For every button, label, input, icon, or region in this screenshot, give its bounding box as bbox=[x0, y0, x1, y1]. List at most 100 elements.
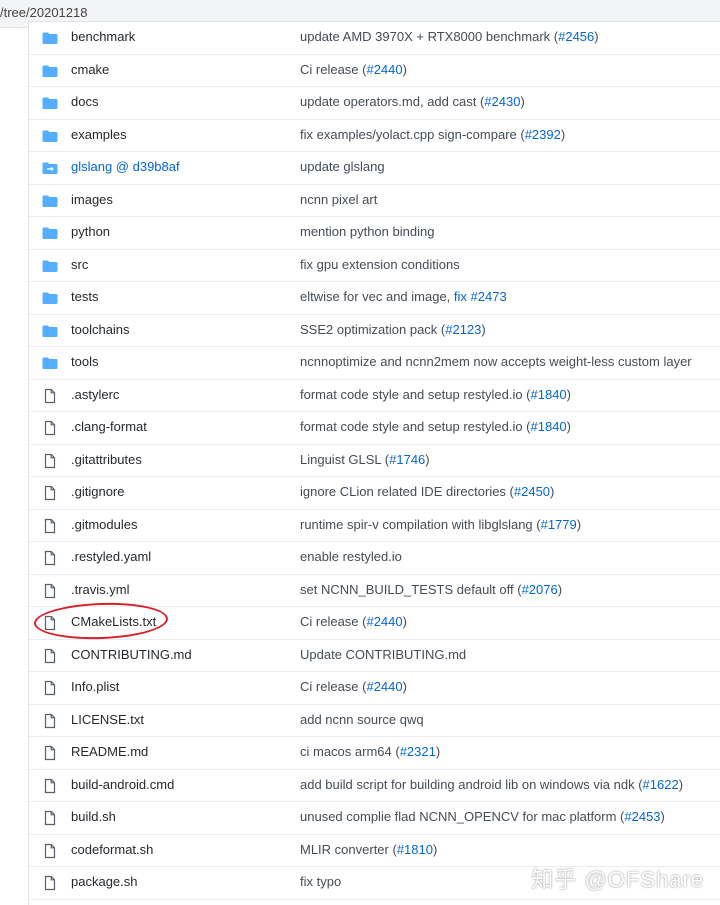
commit-message[interactable]: Update CONTRIBUTING.md bbox=[300, 647, 466, 662]
file-row[interactable]: .astylerc format code style and setup res… bbox=[29, 380, 720, 412]
issue-link[interactable]: #2076 bbox=[522, 582, 558, 597]
file-row[interactable]: LICENSE.txt add ncnn source qwq bbox=[29, 705, 720, 737]
commit-message[interactable]: eltwise for vec and image, fix #2473 bbox=[300, 289, 507, 304]
commit-message[interactable]: add ncnn source qwq bbox=[300, 712, 424, 727]
commit-message-text[interactable]: fix gpu extension conditions bbox=[300, 257, 460, 272]
file-row[interactable]: README.md ci macos arm64 (#2321) bbox=[29, 737, 720, 770]
commit-message[interactable]: fix gpu extension conditions bbox=[300, 257, 460, 272]
file-name-link[interactable]: .travis.yml bbox=[71, 582, 130, 597]
commit-message[interactable]: update operators.md, add cast (#2430) bbox=[300, 94, 525, 109]
commit-message-text[interactable]: enable restyled.io bbox=[300, 549, 402, 564]
commit-message[interactable]: MLIR converter (#1810) bbox=[300, 842, 437, 857]
file-row[interactable]: images ncnn pixel art bbox=[29, 185, 720, 217]
file-row[interactable]: src fix gpu extension conditions bbox=[29, 250, 720, 282]
file-name-link[interactable]: cmake bbox=[71, 62, 109, 77]
file-row[interactable]: tests eltwise for vec and image, fix #247… bbox=[29, 282, 720, 315]
commit-message-text[interactable]: Linguist GLSL ( bbox=[300, 452, 389, 467]
commit-message[interactable]: set NCNN_BUILD_TESTS default off (#2076) bbox=[300, 582, 562, 597]
commit-message-text[interactable]: ci macos arm64 ( bbox=[300, 744, 400, 759]
address-url[interactable]: /tree/20201218 bbox=[0, 5, 87, 20]
issue-link[interactable]: #1840 bbox=[531, 387, 567, 402]
file-row[interactable]: toolchains SSE2 optimization pack (#2123) bbox=[29, 315, 720, 347]
file-row[interactable]: build-android.cmd add build script for bu… bbox=[29, 770, 720, 802]
commit-message-text[interactable]: Ci release ( bbox=[300, 614, 366, 629]
file-name-link[interactable]: images bbox=[71, 192, 113, 207]
commit-message[interactable]: Ci release (#2440) bbox=[300, 62, 407, 77]
issue-link[interactable]: #2430 bbox=[484, 94, 520, 109]
commit-message-text[interactable]: ncnnoptimize and ncnn2mem now accepts we… bbox=[300, 354, 692, 369]
file-name-link[interactable]: benchmark bbox=[71, 29, 135, 44]
commit-message-text[interactable]: MLIR converter ( bbox=[300, 842, 397, 857]
file-row[interactable]: .gitmodules runtime spir-v compilation wi… bbox=[29, 510, 720, 542]
issue-link[interactable]: #1810 bbox=[397, 842, 433, 857]
commit-message-text[interactable]: runtime spir-v compilation with libglsla… bbox=[300, 517, 541, 532]
file-name-link[interactable]: toolchains bbox=[71, 322, 130, 337]
file-name-link[interactable]: tests bbox=[71, 289, 98, 304]
file-row[interactable]: .clang-format format code style and setup… bbox=[29, 412, 720, 445]
file-name-link[interactable]: README.md bbox=[71, 744, 148, 759]
file-name-link[interactable]: tools bbox=[71, 354, 98, 369]
file-row[interactable]: glslang @ d39b8af update glslang bbox=[29, 152, 720, 185]
file-row[interactable]: .restyled.yaml enable restyled.io bbox=[29, 542, 720, 575]
commit-message-text[interactable]: Update CONTRIBUTING.md bbox=[300, 647, 466, 662]
file-name-link[interactable]: LICENSE.txt bbox=[71, 712, 144, 727]
file-name-link[interactable]: src bbox=[71, 257, 88, 272]
file-name-link[interactable]: .gitignore bbox=[71, 484, 124, 499]
commit-message-text[interactable]: fix examples/yolact.cpp sign-compare ( bbox=[300, 127, 525, 142]
commit-message-text[interactable]: set NCNN_BUILD_TESTS default off ( bbox=[300, 582, 522, 597]
commit-message-text[interactable]: update AMD 3970X + RTX8000 benchmark ( bbox=[300, 29, 558, 44]
commit-message[interactable]: ncnn pixel art bbox=[300, 192, 377, 207]
commit-message[interactable]: Ci release (#2440) bbox=[300, 614, 407, 629]
file-row[interactable]: examples fix examples/yolact.cpp sign-com… bbox=[29, 120, 720, 152]
issue-link[interactable]: #2440 bbox=[366, 679, 402, 694]
file-name-link[interactable]: package.sh bbox=[71, 874, 138, 889]
commit-message[interactable]: mention python binding bbox=[300, 224, 434, 239]
issue-link[interactable]: #2392 bbox=[525, 127, 561, 142]
commit-message[interactable]: fix examples/yolact.cpp sign-compare (#2… bbox=[300, 127, 565, 142]
commit-message[interactable]: ignore CLion related IDE directories (#2… bbox=[300, 484, 554, 499]
file-row[interactable]: benchmark update AMD 3970X + RTX8000 benc… bbox=[29, 22, 720, 55]
issue-link[interactable]: fix #2473 bbox=[454, 289, 507, 304]
file-row[interactable]: docs update operators.md, add cast (#2430… bbox=[29, 87, 720, 120]
issue-link[interactable]: #1779 bbox=[541, 517, 577, 532]
issue-link[interactable]: #1746 bbox=[389, 452, 425, 467]
file-name-link[interactable]: .gitattributes bbox=[71, 452, 142, 467]
commit-message-text[interactable]: fix typo bbox=[300, 874, 341, 889]
commit-message-text[interactable]: SSE2 optimization pack ( bbox=[300, 322, 445, 337]
commit-message-text[interactable]: format code style and setup restyled.io … bbox=[300, 419, 531, 434]
file-name-link[interactable]: codeformat.sh bbox=[71, 842, 153, 857]
commit-message-text[interactable]: Ci release ( bbox=[300, 62, 366, 77]
file-row[interactable]: .travis.yml set NCNN_BUILD_TESTS default … bbox=[29, 575, 720, 607]
issue-link[interactable]: #2440 bbox=[366, 614, 402, 629]
file-row[interactable]: cmake Ci release (#2440) bbox=[29, 55, 720, 87]
file-name-link[interactable]: Info.plist bbox=[71, 679, 119, 694]
file-row[interactable]: python mention python binding bbox=[29, 217, 720, 250]
commit-message-text[interactable]: update operators.md, add cast ( bbox=[300, 94, 484, 109]
file-row[interactable]: build.sh unused complie flad NCNN_OPENCV … bbox=[29, 802, 720, 835]
file-row[interactable]: .gitignore ignore CLion related IDE direc… bbox=[29, 477, 720, 510]
commit-message[interactable]: add build script for building android li… bbox=[300, 777, 683, 792]
commit-message[interactable]: ci macos arm64 (#2321) bbox=[300, 744, 440, 759]
file-name-link[interactable]: .restyled.yaml bbox=[71, 549, 151, 564]
commit-message-text[interactable]: format code style and setup restyled.io … bbox=[300, 387, 531, 402]
commit-message-text[interactable]: Ci release ( bbox=[300, 679, 366, 694]
issue-link[interactable]: #2321 bbox=[400, 744, 436, 759]
commit-message[interactable]: runtime spir-v compilation with libglsla… bbox=[300, 517, 581, 532]
file-row[interactable]: tools ncnnoptimize and ncnn2mem now accep… bbox=[29, 347, 720, 380]
commit-message[interactable]: update glslang bbox=[300, 159, 385, 174]
file-name-link[interactable]: CONTRIBUTING.md bbox=[71, 647, 192, 662]
file-name-link[interactable]: glslang @ d39b8af bbox=[71, 159, 180, 174]
commit-message-text[interactable]: mention python binding bbox=[300, 224, 434, 239]
commit-message-text[interactable]: update glslang bbox=[300, 159, 385, 174]
commit-message-text[interactable]: eltwise for vec and image, bbox=[300, 289, 454, 304]
commit-message-text[interactable]: unused complie flad NCNN_OPENCV for mac … bbox=[300, 809, 624, 824]
issue-link[interactable]: #2123 bbox=[445, 322, 481, 337]
file-name-link[interactable]: python bbox=[71, 224, 110, 239]
issue-link[interactable]: #1840 bbox=[531, 419, 567, 434]
file-row[interactable]: .gitattributes Linguist GLSL (#1746) bbox=[29, 445, 720, 477]
issue-link[interactable]: #2453 bbox=[624, 809, 660, 824]
file-name-link[interactable]: .astylerc bbox=[71, 387, 119, 402]
commit-message[interactable]: ncnnoptimize and ncnn2mem now accepts we… bbox=[300, 354, 692, 369]
commit-message[interactable]: unused complie flad NCNN_OPENCV for mac … bbox=[300, 809, 665, 824]
file-name-link[interactable]: examples bbox=[71, 127, 127, 142]
